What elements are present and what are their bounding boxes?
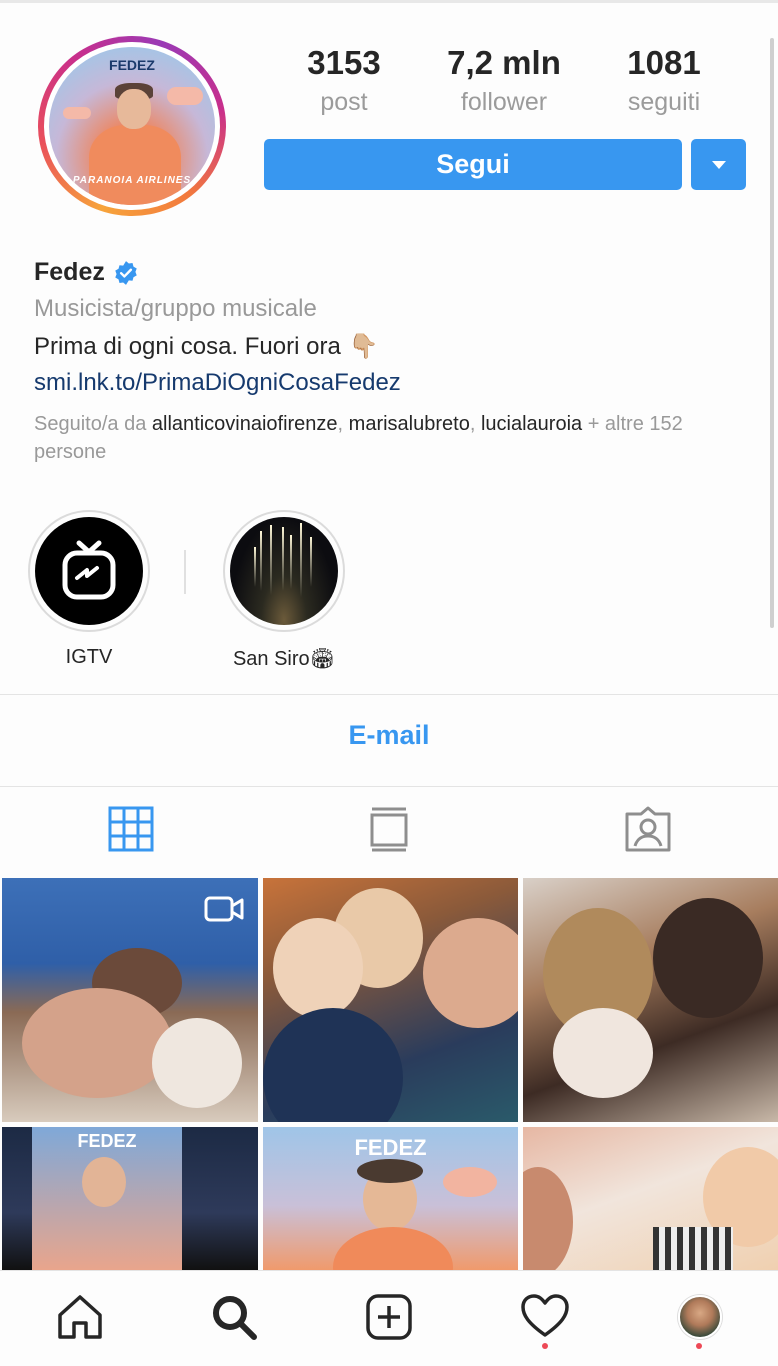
highlight-divider — [184, 550, 186, 594]
verified-badge-icon — [115, 260, 137, 285]
followers-label: follower — [460, 88, 548, 116]
profile-avatar[interactable]: FEDEZ PARANOIA AIRLINES — [38, 36, 226, 216]
highlight-igtv[interactable]: IGTV — [28, 510, 150, 669]
profile-bio: Prima di ogni cosa. Fuori ora 👇🏼 — [34, 332, 379, 361]
avatar-album-text: PARANOIA AIRLINES — [72, 175, 192, 186]
post-thumbnail[interactable] — [263, 878, 518, 1122]
divider — [0, 786, 778, 787]
nav-home[interactable] — [56, 1293, 104, 1346]
following-label: seguiti — [627, 88, 701, 116]
highlight-label: San Siro🏟 — [232, 648, 336, 670]
post-thumbnail[interactable]: FEDEZ — [2, 1127, 258, 1270]
profile-category: Musicista/gruppo musicale — [34, 295, 317, 322]
posts-stat[interactable]: 3153 post — [294, 44, 394, 117]
separator: , — [337, 413, 349, 435]
tab-tagged[interactable] — [624, 806, 672, 857]
igtv-icon — [62, 540, 116, 600]
post-thumbnail[interactable] — [523, 1127, 778, 1270]
email-button[interactable]: E-mail — [0, 720, 778, 751]
followers-count: 7,2 mln — [447, 44, 561, 81]
feed-icon — [370, 807, 408, 852]
highlight-label: IGTV — [65, 646, 113, 668]
poster-brand-text: FEDEZ — [77, 1131, 137, 1151]
avatar-brand-text: FEDEZ — [109, 57, 155, 73]
tagged-icon — [625, 806, 671, 852]
bottom-navigation — [0, 1270, 778, 1366]
notification-dot — [696, 1343, 702, 1349]
top-divider — [0, 0, 778, 3]
scrollbar[interactable] — [770, 38, 774, 628]
grid-icon — [108, 806, 154, 852]
posts-count: 3153 — [307, 44, 381, 81]
profile-icon — [678, 1295, 722, 1339]
posts-label: post — [320, 88, 368, 116]
followers-stat[interactable]: 7,2 mln follower — [434, 44, 574, 117]
profile-name: Fedez — [34, 258, 105, 286]
avatar-photo: FEDEZ PARANOIA AIRLINES — [49, 47, 215, 205]
mutual-follower-1[interactable]: allanticovinaiofirenze — [152, 413, 338, 435]
home-icon — [58, 1295, 102, 1339]
profile-link[interactable]: smi.lnk.to/PrimaDiOgniCosaFedez — [34, 369, 401, 397]
following-count: 1081 — [627, 44, 701, 81]
nav-search[interactable] — [210, 1293, 260, 1348]
profile-screen: FEDEZ PARANOIA AIRLINES 3153 post 7,2 ml… — [0, 0, 778, 1366]
tab-feed[interactable] — [366, 806, 412, 857]
nav-profile[interactable] — [678, 1295, 722, 1349]
followed-by-prefix: Seguito/a da — [34, 413, 152, 435]
bio-text: Prima di ogni cosa. Fuori ora — [34, 332, 341, 360]
poster-brand-text: FEDEZ — [354, 1135, 427, 1160]
profile-name-row: Fedez — [34, 258, 139, 287]
video-icon — [204, 894, 246, 929]
post-thumbnail[interactable]: FEDEZ — [263, 1127, 518, 1270]
follow-button[interactable]: Segui — [264, 139, 682, 190]
post-thumbnail[interactable] — [523, 878, 778, 1122]
mutual-follower-3[interactable]: lucialauroia — [481, 413, 582, 435]
notification-dot — [542, 1343, 548, 1349]
chevron-down-icon — [711, 160, 726, 169]
divider — [0, 694, 778, 695]
igtv-cover — [35, 517, 143, 625]
new-post-icon — [366, 1294, 412, 1340]
nav-activity[interactable] — [520, 1293, 570, 1349]
mutual-follower-2[interactable]: marisalubreto — [349, 413, 470, 435]
following-stat[interactable]: 1081 seguiti — [614, 44, 714, 117]
separator: , — [469, 413, 481, 435]
pointing-down-emoji: 👇🏼 — [348, 333, 379, 360]
nav-new-post[interactable] — [365, 1293, 413, 1346]
activity-icon — [521, 1294, 569, 1337]
search-icon — [213, 1296, 257, 1340]
highlight-san-siro[interactable]: San Siro🏟 — [222, 510, 346, 671]
fireworks-photo — [230, 517, 338, 625]
suggestions-dropdown-button[interactable] — [691, 139, 746, 190]
tab-grid[interactable] — [108, 806, 154, 857]
post-thumbnail[interactable] — [2, 878, 258, 1122]
followed-by-text[interactable]: Seguito/a da allanticovinaiofirenze, mar… — [34, 410, 734, 466]
